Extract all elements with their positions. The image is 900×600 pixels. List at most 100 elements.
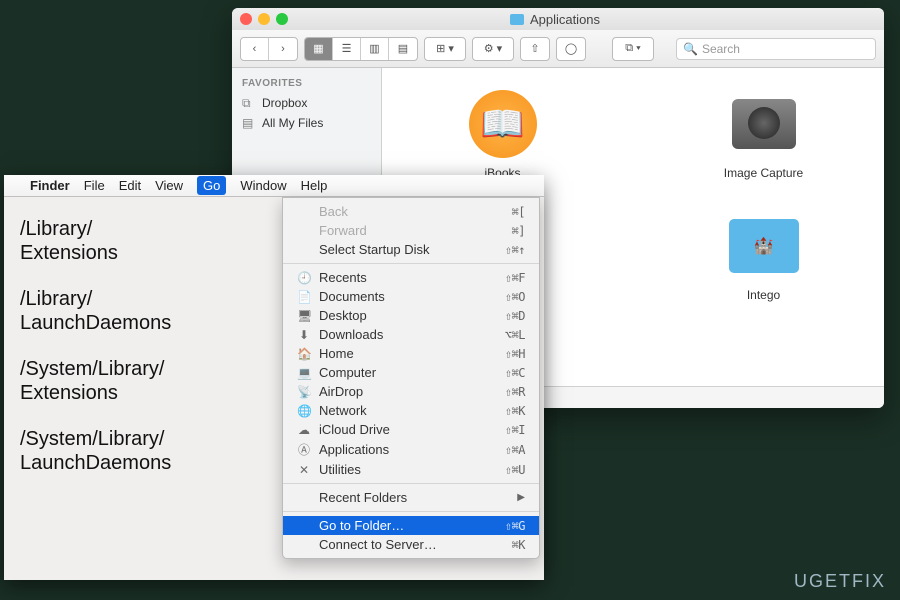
window-controls bbox=[240, 13, 288, 25]
menu-item-label: Select Startup Disk bbox=[319, 242, 430, 257]
path-text: /Library/ LaunchDaemons bbox=[20, 287, 268, 335]
shortcut-label: ⇧⌘A bbox=[505, 443, 525, 457]
utilities-icon: ✕ bbox=[297, 463, 311, 477]
menu-item-documents[interactable]: 📄Documents⇧⌘O bbox=[283, 287, 539, 306]
menu-file[interactable]: File bbox=[84, 178, 105, 193]
menu-item-downloads[interactable]: ⬇ Downloads ⌥⌘L bbox=[283, 325, 539, 344]
menubar: Finder File Edit View Go Window Help bbox=[4, 175, 544, 197]
sidebar-item-all-my-files[interactable]: ▤ All My Files bbox=[232, 113, 381, 133]
go-menu-dropdown: Back⌘[Forward⌘]Select Startup Disk⇧⌘↑🕘Re… bbox=[282, 197, 540, 559]
path-list: /Library/ Extensions /Library/ LaunchDae… bbox=[4, 197, 284, 580]
path-text: /System/Library/ Extensions bbox=[20, 357, 268, 405]
app-intego[interactable]: 🏰 Intego bbox=[673, 210, 854, 302]
menu-item-recents[interactable]: 🕘Recents⇧⌘F bbox=[283, 268, 539, 287]
menu-view[interactable]: View bbox=[155, 178, 183, 193]
menu-item-forward: Forward ⌘] bbox=[283, 221, 539, 240]
documents-icon: 📄 bbox=[297, 290, 311, 304]
menu-item-label: Computer bbox=[319, 365, 376, 380]
menu-item-label: Recent Folders bbox=[319, 490, 407, 505]
menu-item-label: Downloads bbox=[319, 327, 383, 342]
tags-group[interactable]: ◯ bbox=[556, 37, 586, 61]
app-image-capture[interactable]: Image Capture bbox=[673, 88, 854, 180]
menu-item-recent-folders[interactable]: Recent Folders ▶ bbox=[283, 488, 539, 507]
icon-view-button[interactable]: ▦ bbox=[305, 38, 333, 60]
shortcut-label: ⇧⌘D bbox=[505, 309, 525, 323]
action-group[interactable]: ⚙ ▾ bbox=[472, 37, 514, 61]
desktop-icon: 🖥 bbox=[297, 309, 311, 323]
toolbar: ‹ › ▦ ☰ ▥ ▤ ⊞ ▾ ⚙ ▾ ⇧ ◯ ⧉ ▾ 🔍 Search bbox=[232, 30, 884, 68]
menu-item-label: Desktop bbox=[319, 308, 367, 323]
path-text: /System/Library/ LaunchDaemons bbox=[20, 427, 268, 475]
folder-icon: 🏰 bbox=[729, 219, 799, 273]
menu-item-back: Back ⌘[ bbox=[283, 202, 539, 221]
column-view-button[interactable]: ▥ bbox=[361, 38, 389, 60]
menu-item-applications[interactable]: ⒶApplications⇧⌘A bbox=[283, 439, 539, 460]
menu-item-select-startup-disk[interactable]: Select Startup Disk ⇧⌘↑ bbox=[283, 240, 539, 259]
dropbox-button[interactable]: ⧉ ▾ bbox=[612, 37, 654, 61]
menu-help[interactable]: Help bbox=[301, 178, 328, 193]
menu-separator bbox=[283, 483, 539, 484]
airdrop-icon: 📡 bbox=[297, 385, 311, 399]
submenu-arrow-icon: ▶ bbox=[517, 492, 525, 503]
title-text: Applications bbox=[530, 12, 600, 27]
shortcut-label: ⇧⌘R bbox=[505, 385, 525, 399]
menu-item-go-to-folder[interactable]: Go to Folder…⇧⌘G bbox=[283, 516, 539, 535]
menu-finder[interactable]: Finder bbox=[30, 178, 70, 193]
shortcut-label: ⇧⌘U bbox=[505, 463, 525, 477]
folder-icon bbox=[510, 14, 524, 25]
window-title: Applications bbox=[288, 12, 822, 27]
back-button[interactable]: ‹ bbox=[241, 38, 269, 60]
view-group: ▦ ☰ ▥ ▤ bbox=[304, 37, 418, 61]
sidebar-item-dropbox[interactable]: ⧉ Dropbox bbox=[232, 93, 381, 113]
recents-icon: 🕘 bbox=[297, 271, 311, 285]
menu-item-connect-to-server[interactable]: Connect to Server…⌘K bbox=[283, 535, 539, 554]
downloads-icon: ⬇ bbox=[297, 328, 311, 342]
menu-item-home[interactable]: 🏠 Home ⇧⌘H bbox=[283, 344, 539, 363]
menu-edit[interactable]: Edit bbox=[119, 178, 141, 193]
shortcut-label: ⌘] bbox=[512, 224, 525, 238]
menu-item-label: Connect to Server… bbox=[319, 537, 437, 552]
ibooks-icon: 📖 bbox=[469, 90, 537, 158]
camera-icon bbox=[732, 99, 796, 149]
shortcut-label: ⇧⌘F bbox=[505, 271, 525, 285]
forward-button[interactable]: › bbox=[269, 38, 297, 60]
zoom-icon[interactable] bbox=[276, 13, 288, 25]
app-ibooks[interactable]: 📖 iBooks bbox=[412, 88, 593, 180]
shortcut-label: ⇧⌘C bbox=[505, 366, 525, 380]
menu-window[interactable]: Window bbox=[240, 178, 286, 193]
shortcut-label: ⇧⌘↑ bbox=[505, 243, 525, 257]
menu-item-label: Home bbox=[319, 346, 354, 361]
shortcut-label: ⌘[ bbox=[512, 205, 525, 219]
menu-separator bbox=[283, 263, 539, 264]
shortcut-label: ⇧⌘O bbox=[505, 290, 525, 304]
home-icon: 🏠 bbox=[297, 347, 311, 361]
menu-item-utilities[interactable]: ✕ Utilities ⇧⌘U bbox=[283, 460, 539, 479]
titlebar: Applications bbox=[232, 8, 884, 30]
arrange-group[interactable]: ⊞ ▾ bbox=[424, 37, 466, 61]
minimize-icon[interactable] bbox=[258, 13, 270, 25]
menu-item-label: Back bbox=[319, 204, 348, 219]
list-view-button[interactable]: ☰ bbox=[333, 38, 361, 60]
coverflow-view-button[interactable]: ▤ bbox=[389, 38, 417, 60]
close-icon[interactable] bbox=[240, 13, 252, 25]
computer-icon: 💻 bbox=[297, 366, 311, 380]
applications-icon: Ⓐ bbox=[297, 441, 311, 458]
watermark: UGETFIX bbox=[794, 571, 886, 592]
shortcut-label: ⌥⌘L bbox=[505, 328, 525, 342]
menu-separator bbox=[283, 511, 539, 512]
search-placeholder: Search bbox=[702, 42, 740, 56]
files-icon: ▤ bbox=[242, 116, 256, 130]
menu-item-label: Utilities bbox=[319, 462, 361, 477]
menu-go[interactable]: Go bbox=[197, 176, 226, 195]
shortcut-label: ⇧⌘I bbox=[505, 423, 525, 437]
menu-item-icloud-drive[interactable]: ☁iCloud Drive⇧⌘I bbox=[283, 420, 539, 439]
menu-item-desktop[interactable]: 🖥 Desktop ⇧⌘D bbox=[283, 306, 539, 325]
share-group[interactable]: ⇧ bbox=[520, 37, 550, 61]
menu-item-label: Go to Folder… bbox=[319, 518, 404, 533]
menu-item-label: Forward bbox=[319, 223, 367, 238]
menu-item-computer[interactable]: 💻 Computer ⇧⌘C bbox=[283, 363, 539, 382]
menu-item-airdrop[interactable]: 📡AirDrop⇧⌘R bbox=[283, 382, 539, 401]
search-input[interactable]: 🔍 Search bbox=[676, 38, 876, 60]
shortcut-label: ⇧⌘H bbox=[505, 347, 525, 361]
menu-item-network[interactable]: 🌐Network⇧⌘K bbox=[283, 401, 539, 420]
